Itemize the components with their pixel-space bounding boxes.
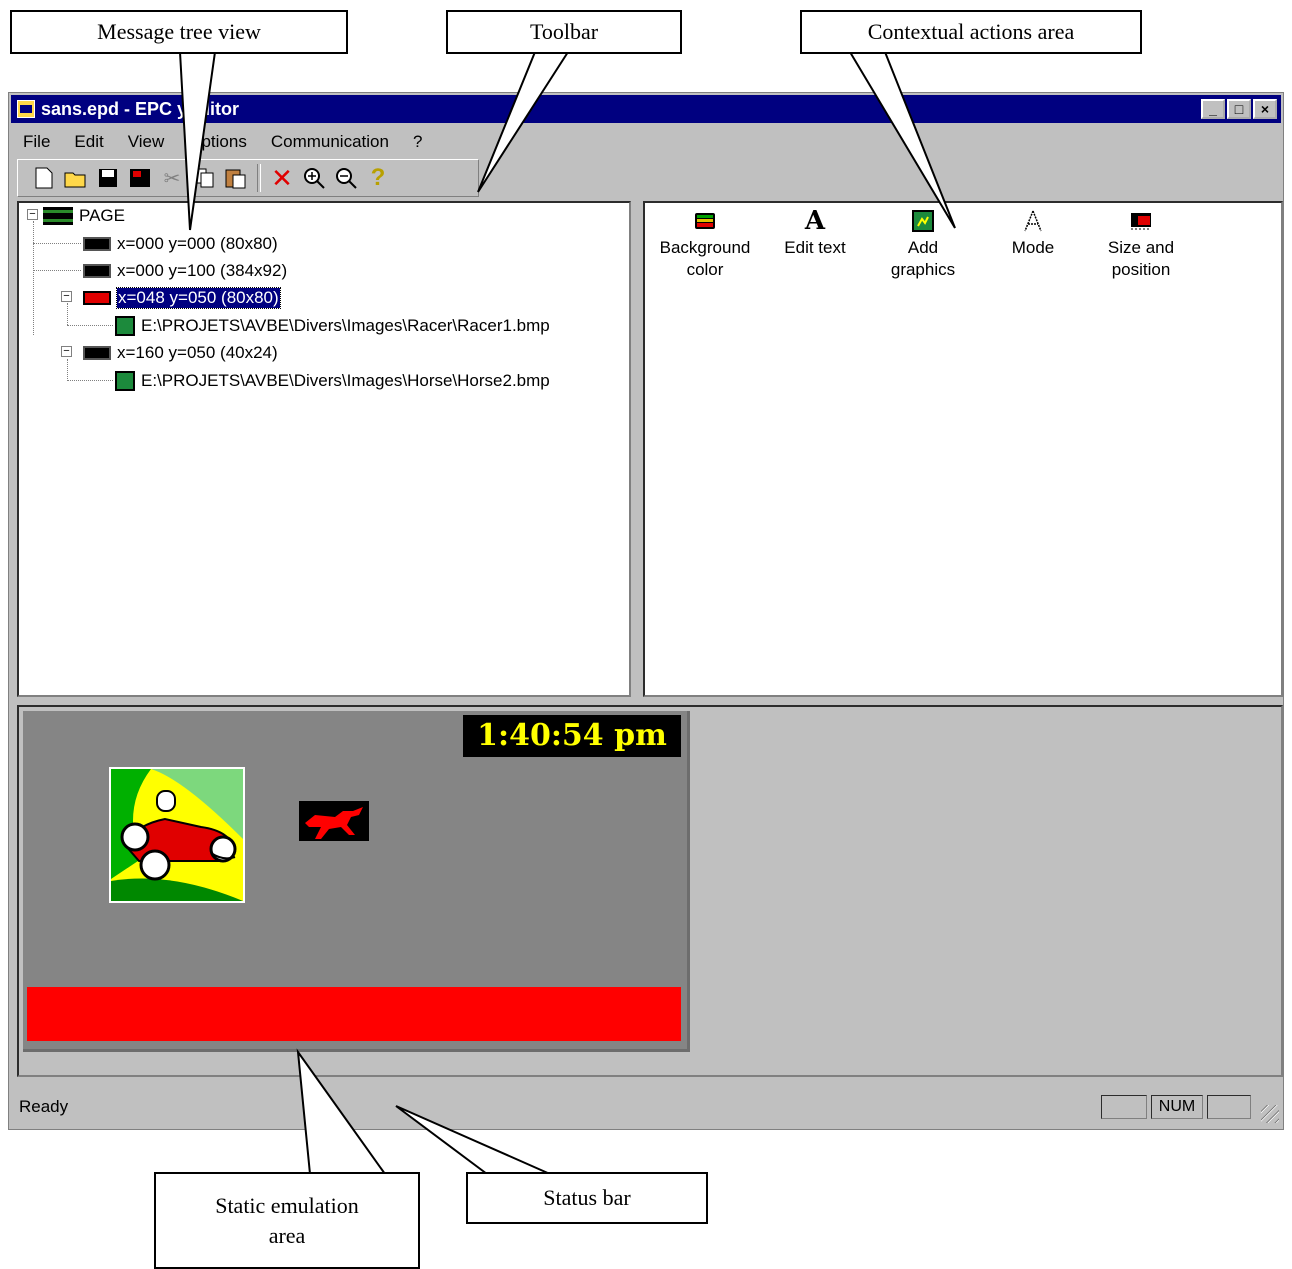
open-folder-icon[interactable] [62, 164, 90, 192]
tree-connector [67, 325, 113, 326]
edit-text-button[interactable]: A Edit text [755, 206, 875, 259]
menu-help[interactable]: ? [401, 132, 434, 152]
page-icon [43, 207, 73, 225]
status-bar: Ready NUM [11, 1089, 1281, 1125]
tree-item[interactable]: x=000 y=100 (384x92) [83, 258, 287, 284]
tree-item[interactable]: x=000 y=000 (80x80) [83, 231, 278, 257]
window-icon [83, 291, 111, 305]
collapse-toggle[interactable]: − [61, 346, 72, 357]
collapse-toggle[interactable]: − [27, 209, 38, 220]
callout-static-emulation-area: Static emulation area [154, 1172, 420, 1269]
action-label: Mode [1011, 238, 1055, 257]
tree-connector [33, 243, 81, 244]
red-bar-window[interactable] [27, 987, 681, 1041]
tree-item-label: E:\PROJETS\AVBE\Divers\Images\Racer\Race… [141, 316, 550, 335]
window-icon [83, 346, 111, 360]
tree-item-label: x=160 y=050 (40x24) [117, 343, 278, 362]
tree-item[interactable]: E:\PROJETS\AVBE\Divers\Images\Horse\Hors… [115, 368, 550, 394]
resize-grip[interactable] [1261, 1105, 1279, 1123]
zoom-out-icon[interactable] [332, 164, 360, 192]
cut-icon[interactable]: ✂ [158, 164, 186, 192]
horse-image[interactable] [299, 801, 369, 841]
toolbar: ✂ ✕ ? [17, 159, 479, 197]
delete-icon[interactable]: ✕ [268, 163, 296, 193]
tree-item[interactable]: x=160 y=050 (40x24) [83, 340, 278, 366]
edit-text-icon: A [804, 206, 826, 236]
emulation-screen: 1:40:54 pm [23, 711, 690, 1052]
status-panel-num: NUM [1151, 1095, 1203, 1119]
menu-edit[interactable]: Edit [62, 132, 115, 152]
application-window: sans.epd - EPC yEditor _ □ × File Edit V… [8, 92, 1284, 1130]
toolbar-separator [257, 164, 261, 192]
add-graphics-button[interactable]: Add graphics [863, 209, 983, 281]
window-icon [83, 237, 111, 251]
maximize-button[interactable]: □ [1227, 99, 1251, 119]
menu-communication[interactable]: Communication [259, 132, 401, 152]
app-icon [17, 100, 35, 118]
collapse-toggle[interactable]: − [61, 291, 72, 302]
title-bar[interactable]: sans.epd - EPC yEditor _ □ × [11, 95, 1281, 123]
tree-root-label: PAGE [79, 206, 125, 225]
clock-display: 1:40:54 pm [463, 715, 681, 757]
racer-image[interactable] [109, 767, 245, 903]
menu-bar: File Edit View Options Communication ? [11, 127, 434, 157]
callout-contextual-actions-area: Contextual actions area [800, 10, 1142, 54]
tree-root[interactable]: PAGE [43, 203, 125, 229]
mode-icon [973, 209, 1093, 233]
copy-icon[interactable] [190, 164, 218, 192]
paste-icon[interactable] [222, 164, 250, 192]
background-color-icon [645, 209, 765, 233]
message-tree-view[interactable]: − PAGE x=000 y=000 (80x80) x=000 y=100 (… [17, 201, 631, 697]
background-color-button[interactable]: Background color [645, 209, 765, 281]
tree-connector [33, 221, 34, 335]
window-title: sans.epd - EPC yEditor [41, 98, 240, 119]
callout-status-bar: Status bar [466, 1172, 708, 1224]
menu-options[interactable]: Options [176, 132, 259, 152]
tree-item[interactable]: E:\PROJETS\AVBE\Divers\Images\Racer\Race… [115, 313, 550, 339]
action-label: Add graphics [890, 238, 956, 279]
help-icon[interactable]: ? [364, 164, 392, 192]
tree-item-label: x=000 y=100 (384x92) [117, 261, 288, 280]
contextual-actions-area: Background color A Edit text Add graphic… [643, 201, 1283, 697]
action-label: Size and position [1107, 238, 1175, 279]
graphics-icon [115, 316, 135, 336]
tree-item-label: x=048 y=050 (80x80) [116, 287, 281, 309]
save-icon[interactable] [94, 164, 122, 192]
menu-view[interactable]: View [116, 132, 177, 152]
action-label: Edit text [784, 238, 846, 257]
menu-file[interactable]: File [11, 132, 62, 152]
action-label: Background color [659, 238, 751, 279]
close-button[interactable]: × [1253, 99, 1277, 119]
zoom-in-icon[interactable] [300, 164, 328, 192]
size-position-button[interactable]: Size and position [1081, 209, 1201, 281]
mode-button[interactable]: Mode [973, 209, 1093, 259]
tree-connector [67, 359, 68, 381]
minimize-button[interactable]: _ [1201, 99, 1225, 119]
static-emulation-area: 1:40:54 pm [17, 705, 1283, 1077]
callout-message-tree-view: Message tree view [10, 10, 348, 54]
callout-toolbar: Toolbar [446, 10, 682, 54]
graphics-icon [115, 371, 135, 391]
add-graphics-icon [863, 209, 983, 233]
tree-connector [33, 270, 81, 271]
print-icon[interactable] [126, 164, 154, 192]
tree-item-label: x=000 y=000 (80x80) [117, 234, 278, 253]
status-panel [1207, 1095, 1251, 1119]
tree-item-label: E:\PROJETS\AVBE\Divers\Images\Horse\Hors… [141, 371, 550, 390]
status-text: Ready [19, 1097, 69, 1116]
window-icon [83, 264, 111, 278]
new-file-icon[interactable] [30, 164, 58, 192]
tree-connector [67, 380, 113, 381]
tree-item-selected[interactable]: x=048 y=050 (80x80) [83, 285, 281, 311]
size-position-icon [1081, 209, 1201, 233]
tree-connector [67, 303, 68, 325]
status-panel [1101, 1095, 1147, 1119]
